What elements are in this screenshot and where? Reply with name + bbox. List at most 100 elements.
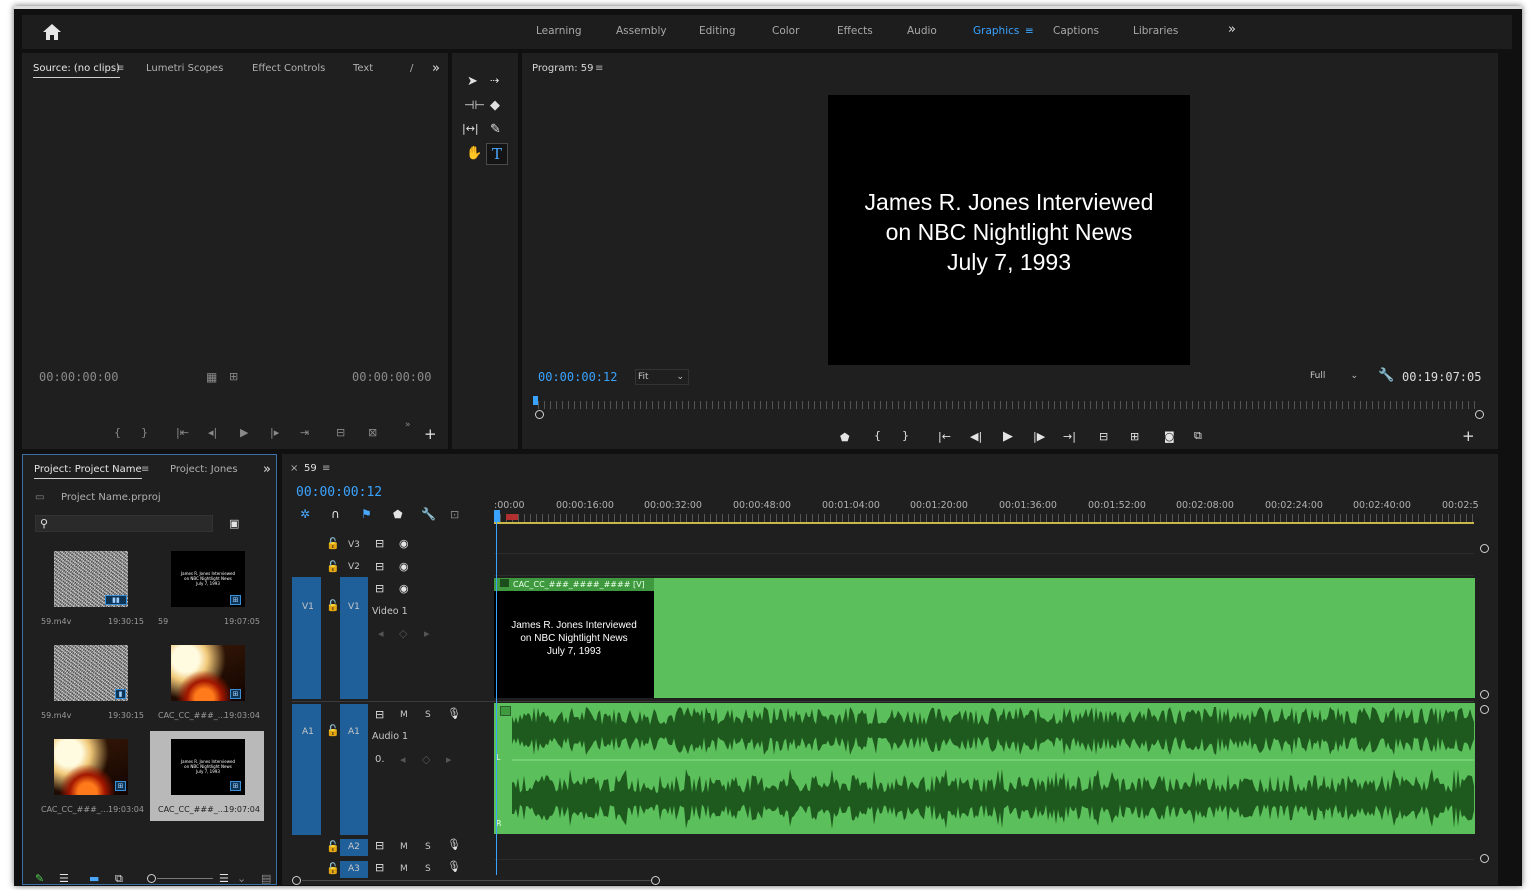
- lock-icon[interactable]: 🔓: [326, 863, 340, 874]
- sync-lock-icon[interactable]: ⊟: [375, 561, 384, 572]
- mute-track-button[interactable]: M: [400, 710, 408, 720]
- quality-select[interactable]: Full ⌄: [1308, 369, 1360, 385]
- project-more-icon[interactable]: »: [263, 462, 271, 477]
- track-scroll-handle[interactable]: [1480, 544, 1489, 553]
- snap-icon[interactable]: ∩: [331, 508, 340, 520]
- microphone-icon[interactable]: 🎙: [447, 708, 461, 719]
- timeline-zoom-scrollbar[interactable]: [302, 880, 652, 881]
- video-clip[interactable]: CAC_CC_###_####_#### [V] James R. Jones …: [494, 578, 1475, 698]
- mark-out-icon[interactable]: }: [902, 430, 909, 441]
- program-zoom-handle-right[interactable]: [1475, 410, 1484, 419]
- automate-to-sequence-icon[interactable]: ▤: [261, 873, 271, 884]
- play-icon[interactable]: ▶: [240, 427, 248, 438]
- project-search-input[interactable]: ⚲: [35, 515, 213, 532]
- timeline-time-ruler[interactable]: [494, 514, 1474, 522]
- type-tool-icon[interactable]: T: [486, 143, 508, 165]
- tab-project-name[interactable]: Project: Project Name: [34, 464, 142, 479]
- solo-track-button[interactable]: S: [425, 864, 431, 874]
- export-frame-icon[interactable]: ◙: [1164, 431, 1175, 442]
- workspace-more-icon[interactable]: »: [1228, 22, 1236, 37]
- nest-toggle-icon[interactable]: ✲: [300, 508, 310, 520]
- tab-source[interactable]: Source: (no clips): [33, 63, 120, 78]
- microphone-icon[interactable]: 🎙: [447, 861, 461, 872]
- list-view-icon[interactable]: ☰: [59, 873, 69, 884]
- lock-icon[interactable]: 🔓: [326, 725, 340, 736]
- icon-view-icon[interactable]: ▬: [89, 873, 99, 884]
- step-forward-icon[interactable]: |▸: [270, 427, 279, 438]
- program-add-button-icon[interactable]: +: [1462, 429, 1475, 444]
- track-name-video-1[interactable]: Video 1: [372, 606, 408, 617]
- step-forward-icon[interactable]: |▶: [1033, 431, 1045, 442]
- go-to-out-icon[interactable]: ⇥: [300, 427, 309, 438]
- track-select-tool-icon[interactable]: ⇢: [490, 75, 499, 86]
- sequence-tab[interactable]: 59: [304, 463, 317, 474]
- source-timecode-right[interactable]: 00:00:00:00: [352, 370, 431, 384]
- program-time-ruler[interactable]: [538, 401, 1478, 409]
- workspace-audio[interactable]: Audio: [907, 25, 937, 37]
- workspace-captions[interactable]: Captions: [1053, 25, 1099, 37]
- track-volume[interactable]: 0.: [375, 754, 385, 765]
- lock-icon[interactable]: 🔓: [326, 841, 340, 852]
- eye-icon[interactable]: ◉: [399, 561, 409, 572]
- source-add-button-icon[interactable]: +: [424, 427, 437, 442]
- step-back-icon[interactable]: ◀|: [970, 431, 982, 442]
- add-marker-icon[interactable]: ⬟: [393, 509, 403, 520]
- lock-icon[interactable]: 🔓: [326, 538, 340, 549]
- source-menu-icon[interactable]: ≡: [116, 63, 124, 74]
- solo-track-button[interactable]: S: [425, 710, 431, 720]
- overwrite-clip-icon[interactable]: ⊠: [368, 427, 377, 438]
- hand-tool-icon[interactable]: ✋: [466, 147, 482, 160]
- program-playhead[interactable]: [533, 396, 538, 405]
- add-keyframe-icon[interactable]: ◇: [422, 754, 430, 765]
- pen-tool-icon[interactable]: ✎: [490, 123, 501, 136]
- step-back-icon[interactable]: ◂|: [208, 427, 217, 438]
- safe-margins-icon[interactable]: ▦: [206, 371, 217, 383]
- audio-clip[interactable]: L R: [494, 703, 1475, 834]
- workspace-learning[interactable]: Learning: [536, 25, 582, 37]
- source-timecode-left[interactable]: 00:00:00:00: [39, 370, 118, 384]
- thumbnail-size-slider[interactable]: [157, 878, 213, 879]
- sort-icon[interactable]: ☰: [219, 873, 229, 884]
- program-menu-icon[interactable]: ≡: [595, 63, 603, 74]
- sync-lock-icon[interactable]: ⊟: [375, 862, 384, 873]
- mute-track-button[interactable]: M: [400, 842, 408, 852]
- mute-track-button[interactable]: M: [400, 864, 408, 874]
- track-scroll-handle[interactable]: [1480, 690, 1489, 699]
- mark-in-icon[interactable]: {: [114, 427, 121, 438]
- sync-lock-icon[interactable]: ⊟: [375, 840, 384, 851]
- timeline-zoom-handle-left[interactable]: [292, 876, 301, 885]
- next-keyframe-icon[interactable]: ▸: [424, 628, 430, 639]
- tab-lumetri-scopes[interactable]: Lumetri Scopes: [146, 63, 223, 74]
- timeline-menu-icon[interactable]: ≡: [322, 463, 330, 474]
- workspace-color[interactable]: Color: [772, 25, 799, 37]
- chevron-down-icon[interactable]: ⌄: [237, 873, 246, 884]
- program-timecode-current[interactable]: 00:00:00:12: [538, 370, 617, 384]
- workspace-graphics[interactable]: Graphics: [973, 25, 1019, 37]
- timeline-settings-icon[interactable]: 🔧: [421, 508, 436, 520]
- track-target-v1[interactable]: [340, 577, 368, 699]
- eye-icon[interactable]: ◉: [399, 583, 409, 594]
- lift-icon[interactable]: ⊟: [1099, 431, 1108, 442]
- captions-icon[interactable]: ⊡: [450, 509, 459, 520]
- tab-project-jones[interactable]: Project: Jones: [170, 464, 238, 475]
- add-keyframe-icon[interactable]: ◇: [399, 628, 407, 639]
- tab-effect-controls[interactable]: Effect Controls: [252, 63, 325, 74]
- insert-clip-icon[interactable]: ⊟: [336, 427, 345, 438]
- razor-tool-icon[interactable]: ◆: [490, 99, 500, 112]
- lock-icon[interactable]: 🔓: [326, 561, 340, 572]
- timeline-timecode[interactable]: 00:00:00:12: [296, 485, 382, 500]
- workspace-effects[interactable]: Effects: [837, 25, 873, 37]
- insert-icon[interactable]: ⊞: [229, 371, 238, 382]
- source-more-buttons-icon[interactable]: »: [405, 421, 411, 430]
- timeline-playhead-head[interactable]: [494, 510, 500, 522]
- freeform-view-icon[interactable]: ⧉: [115, 873, 123, 884]
- workspace-assembly[interactable]: Assembly: [616, 25, 667, 37]
- prev-keyframe-icon[interactable]: ◂: [400, 754, 406, 765]
- program-zoom-handle-left[interactable]: [535, 410, 544, 419]
- track-target-a1[interactable]: [340, 704, 368, 835]
- timeline-zoom-handle-right[interactable]: [651, 876, 660, 885]
- linked-selection-icon[interactable]: ⚑: [361, 508, 372, 520]
- track-name-audio-1[interactable]: Audio 1: [372, 731, 408, 742]
- program-frame[interactable]: James R. Jones Interviewed on NBC Nightl…: [828, 95, 1190, 365]
- timeline-playhead-line[interactable]: [496, 520, 497, 875]
